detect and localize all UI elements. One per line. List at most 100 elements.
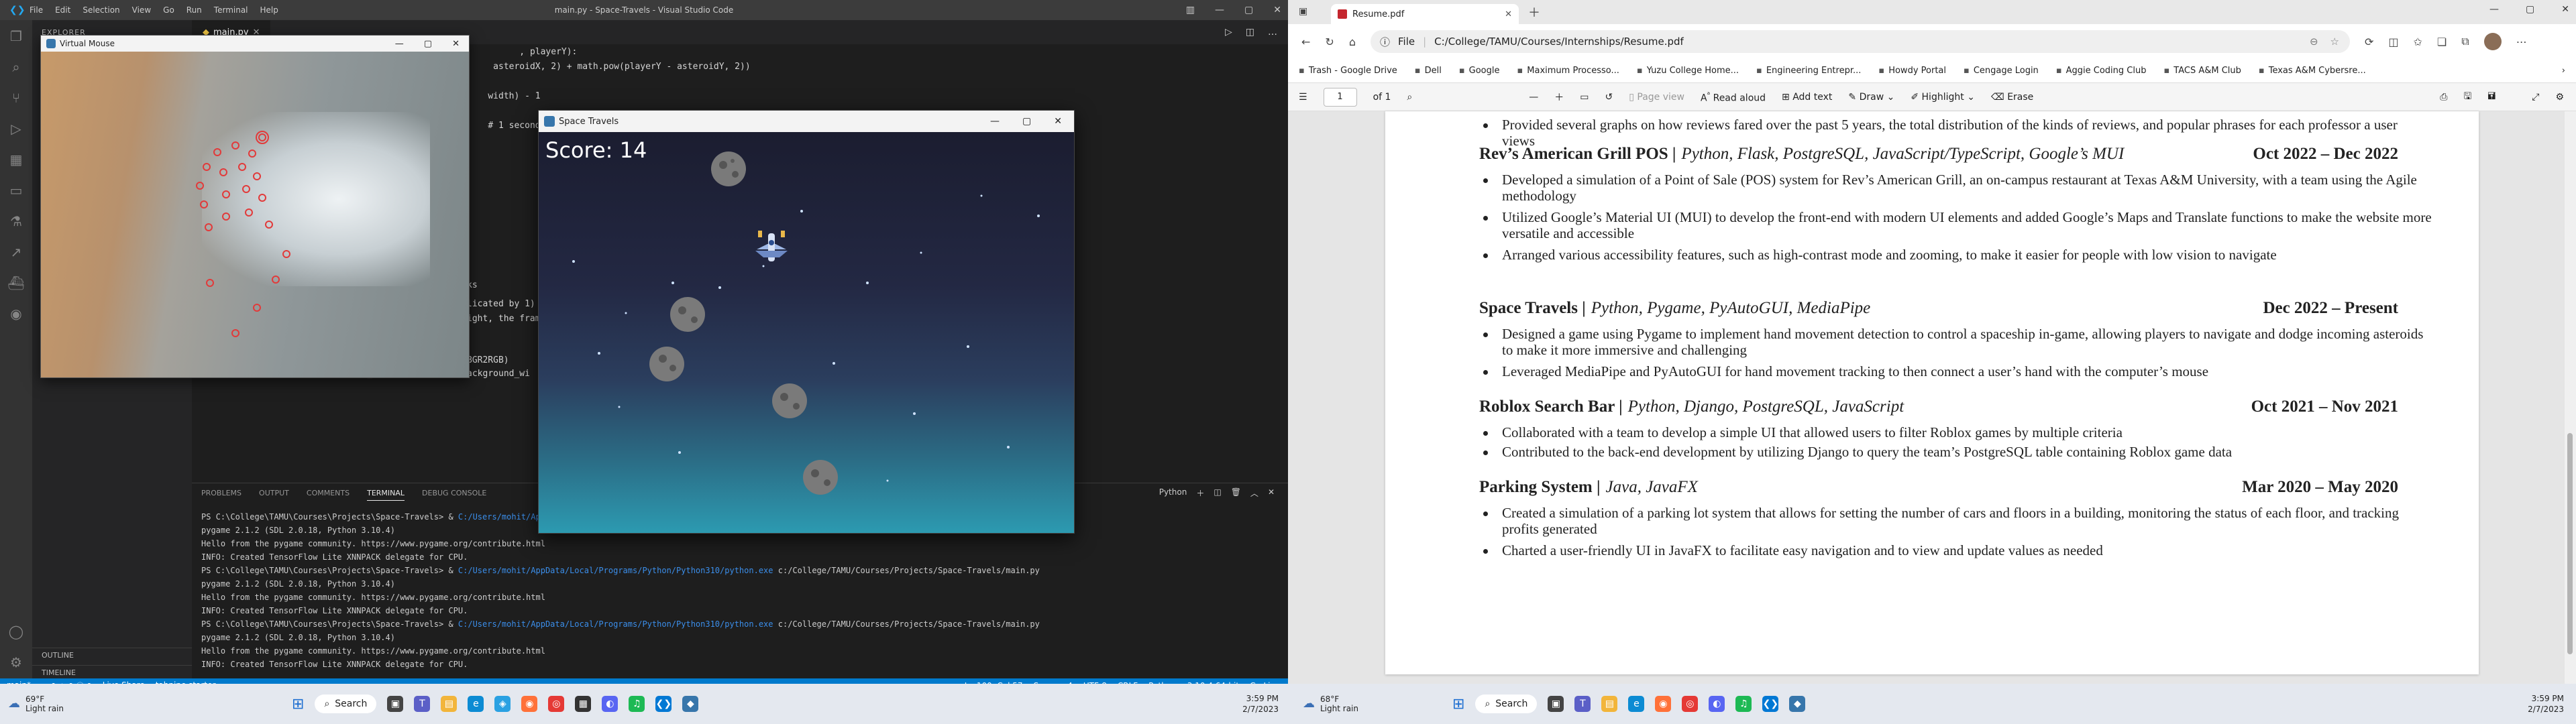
explorer-icon[interactable]: ❐ [10, 28, 22, 44]
save-as-icon[interactable]: 🖬 [2487, 89, 2496, 105]
spotify-icon[interactable]: ♫ [629, 696, 645, 712]
fit-page-icon[interactable]: ▭ [1580, 92, 1589, 103]
favorite-link[interactable]: ▪ Yuzu College Home... [1637, 66, 1739, 76]
python-taskbar-icon[interactable]: ◆ [682, 696, 699, 712]
teams-icon[interactable]: T [1574, 696, 1591, 712]
trash-icon[interactable]: 🗑 [1231, 487, 1241, 499]
save-icon[interactable]: 🖫 [2463, 89, 2471, 105]
taskbar-clock[interactable]: 3:59 PM 2/7/2023 [1242, 693, 1279, 715]
panel-tab-comments[interactable]: COMMENTS [307, 489, 350, 501]
read-aloud-button[interactable]: Aᵃ Read aloud [1701, 90, 1766, 104]
taskbar-search[interactable]: ⌕ Search [315, 695, 377, 713]
extensions-icon[interactable]: ⧉ [2461, 35, 2469, 48]
tab-actions-icon[interactable]: ▣ [1299, 6, 1307, 17]
panel-tab-debug-console[interactable]: DEBUG CONSOLE [422, 489, 486, 501]
taskbar-search[interactable]: ⌕ Search [1475, 695, 1538, 713]
start-icon[interactable]: ⊞ [292, 696, 304, 713]
discord-icon[interactable]: ◐ [602, 696, 619, 712]
favorite-link[interactable]: ▪ Cengage Login [1964, 66, 2039, 76]
close-button[interactable]: ✕ [1273, 5, 1281, 15]
print-icon[interactable]: ⎙ [2440, 92, 2447, 103]
settings-gear-icon[interactable]: ⚙ [10, 654, 22, 670]
run-debug-icon[interactable]: ▷ [11, 121, 21, 137]
menu-item-go[interactable]: Go [163, 5, 174, 15]
maximize-panel-icon[interactable]: ︿ [1250, 487, 1258, 499]
menu-item-selection[interactable]: Selection [83, 5, 119, 15]
favorite-link[interactable]: ▪ Maximum Processo... [1517, 66, 1619, 76]
file-explorer-icon[interactable]: ▤ [441, 696, 458, 712]
add-text-button[interactable]: ⊞ Add text [1782, 92, 1832, 103]
edge-icon[interactable]: e [1628, 696, 1645, 712]
terminal-output[interactable]: PS C:\College\TAMU\Courses\Projects\Spac… [192, 510, 1288, 671]
pdf-viewport[interactable]: Provided several graphs on how reviews f… [1288, 111, 2576, 684]
remote-explorer-icon[interactable]: ▭ [10, 182, 23, 198]
scrollbar-thumb[interactable] [2567, 433, 2573, 654]
favorite-link[interactable]: ▪ Trash - Google Drive [1299, 66, 1397, 76]
back-icon[interactable]: ← [1301, 36, 1310, 48]
favorite-link[interactable]: ▪ Aggie Coding Club [2056, 66, 2147, 76]
app-icon[interactable]: ▦ [575, 696, 592, 712]
split-editor-icon[interactable]: ◫ [1246, 27, 1254, 38]
favorite-link[interactable]: ▪ Dell [1415, 66, 1442, 76]
pdf-scrollbar[interactable] [2565, 111, 2576, 684]
page-view-button[interactable]: ▯ Page view [1629, 92, 1684, 103]
split-screen-icon[interactable]: ◫ [2388, 36, 2398, 48]
erase-button[interactable]: ⌫ Erase [1991, 92, 2033, 103]
favorite-link[interactable]: ▪ Google [1459, 66, 1500, 76]
taskbar-clock[interactable]: 3:59 PM 2/7/2023 [2528, 693, 2564, 715]
live-share-icon[interactable]: ↗ [11, 244, 22, 260]
file-explorer-icon[interactable]: ▤ [1601, 696, 1618, 712]
panel-tab-terminal[interactable]: TERMINAL [367, 489, 405, 501]
close-button[interactable]: ✕ [1054, 116, 1062, 127]
search-icon[interactable]: ⌕ [12, 59, 19, 75]
task-view-icon[interactable]: ▣ [387, 696, 404, 712]
virtual-mouse-titlebar[interactable]: Virtual Mouse — ▢ ✕ [41, 36, 469, 52]
account-icon[interactable]: ◯ [9, 623, 23, 640]
minimize-button[interactable]: — [2489, 4, 2499, 15]
tab-resume-pdf[interactable]: Resume.pdf ✕ [1331, 4, 1519, 24]
draw-button[interactable]: ✎ Draw ⌄ [1848, 92, 1894, 103]
favorites-overflow-icon[interactable]: › [2562, 66, 2565, 76]
space-travels-titlebar[interactable]: Space Travels — ▢ ✕ [539, 111, 1074, 132]
contents-icon[interactable]: ☰ [1299, 92, 1307, 103]
more-actions-icon[interactable]: … [1268, 27, 1277, 38]
github-icon[interactable]: ◉ [10, 306, 21, 322]
minimize-button[interactable]: — [395, 39, 404, 49]
task-view-icon[interactable]: ▣ [1548, 696, 1564, 712]
close-tab-icon[interactable]: ✕ [1505, 9, 1512, 19]
more-menu-icon[interactable]: ⋯ [2516, 36, 2527, 48]
maximize-button[interactable]: ▢ [1244, 5, 1253, 15]
rotate-icon[interactable]: ↺ [1605, 92, 1613, 103]
pdf-settings-icon[interactable]: ⚙ [2555, 92, 2564, 103]
menu-item-file[interactable]: File [30, 5, 43, 15]
minimize-button[interactable]: — [1215, 5, 1224, 15]
spotify-icon[interactable]: ♫ [1735, 696, 1752, 712]
close-button[interactable]: ✕ [2561, 4, 2569, 15]
panel-tab-output[interactable]: OUTPUT [259, 489, 289, 501]
menu-item-terminal[interactable]: Terminal [214, 5, 248, 15]
game-canvas[interactable]: Score: 14 [539, 132, 1074, 533]
address-bar[interactable]: ⓘ File | C:/College/TAMU/Courses/Interns… [1370, 30, 2350, 53]
maximize-button[interactable]: ▢ [1022, 116, 1031, 127]
timeline-section[interactable]: TIMELINE [32, 665, 192, 680]
minimize-button[interactable]: — [990, 116, 1000, 127]
maximize-button[interactable]: ▢ [424, 39, 432, 49]
firefox-icon[interactable]: ◉ [521, 696, 538, 712]
panel-tab-problems[interactable]: PROBLEMS [201, 489, 241, 501]
menu-item-run[interactable]: Run [186, 5, 202, 15]
outline-section[interactable]: OUTLINE [32, 648, 192, 662]
store-icon[interactable]: ◈ [494, 696, 511, 712]
vscode-taskbar-icon[interactable]: ❮❯ [1762, 696, 1779, 712]
new-terminal-icon[interactable]: ＋ [1196, 487, 1204, 499]
refresh-extension-icon[interactable]: ⟳ [2365, 36, 2373, 48]
chrome-icon[interactable]: ◎ [1682, 696, 1699, 712]
virtual-mouse-window[interactable]: Virtual Mouse — ▢ ✕ [40, 35, 470, 378]
layout-icon[interactable]: ▥ [1186, 5, 1195, 15]
page-number-input[interactable]: 1 [1323, 87, 1357, 107]
menu-item-view[interactable]: View [132, 5, 151, 15]
firefox-icon[interactable]: ◉ [1655, 696, 1672, 712]
source-control-icon[interactable]: ⑂ [12, 90, 20, 106]
refresh-icon[interactable]: ↻ [1325, 36, 1334, 48]
maximize-button[interactable]: ▢ [2526, 4, 2534, 15]
favorite-link[interactable]: ▪ TACS A&M Club [2163, 66, 2241, 76]
